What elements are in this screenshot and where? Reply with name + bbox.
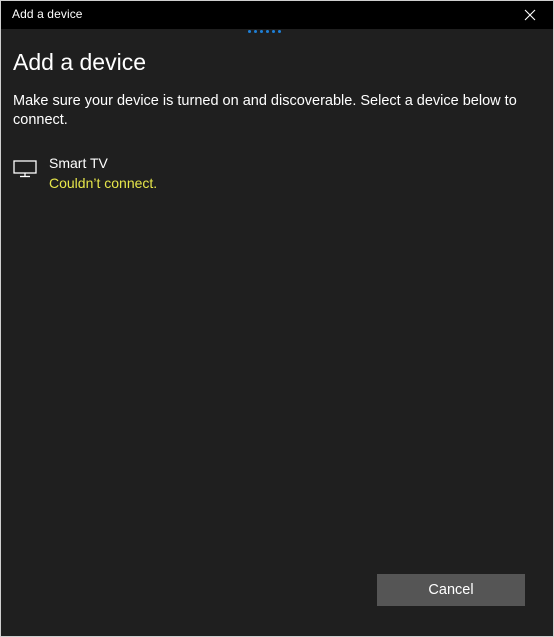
device-status: Couldn’t connect. xyxy=(49,175,158,191)
title-bar: Add a device xyxy=(1,1,553,29)
device-list-item[interactable]: Smart TV Couldn’t connect. xyxy=(1,151,553,199)
cancel-button[interactable]: Cancel xyxy=(377,574,525,606)
progress-dot xyxy=(272,30,275,33)
progress-dot xyxy=(260,30,263,33)
page-title: Add a device xyxy=(13,49,146,75)
progress-dot xyxy=(248,30,251,33)
close-icon xyxy=(524,9,536,21)
window-title: Add a device xyxy=(12,7,83,21)
progress-dot xyxy=(254,30,257,33)
device-name: Smart TV xyxy=(49,155,108,171)
monitor-icon xyxy=(13,160,37,178)
close-button[interactable] xyxy=(507,1,553,29)
progress-indicator xyxy=(248,29,288,34)
instructions-text: Make sure your device is turned on and d… xyxy=(13,93,517,128)
progress-dot xyxy=(266,30,269,33)
progress-dot xyxy=(278,30,281,33)
add-device-window: Add a device Add a device Make sure your… xyxy=(0,0,554,637)
